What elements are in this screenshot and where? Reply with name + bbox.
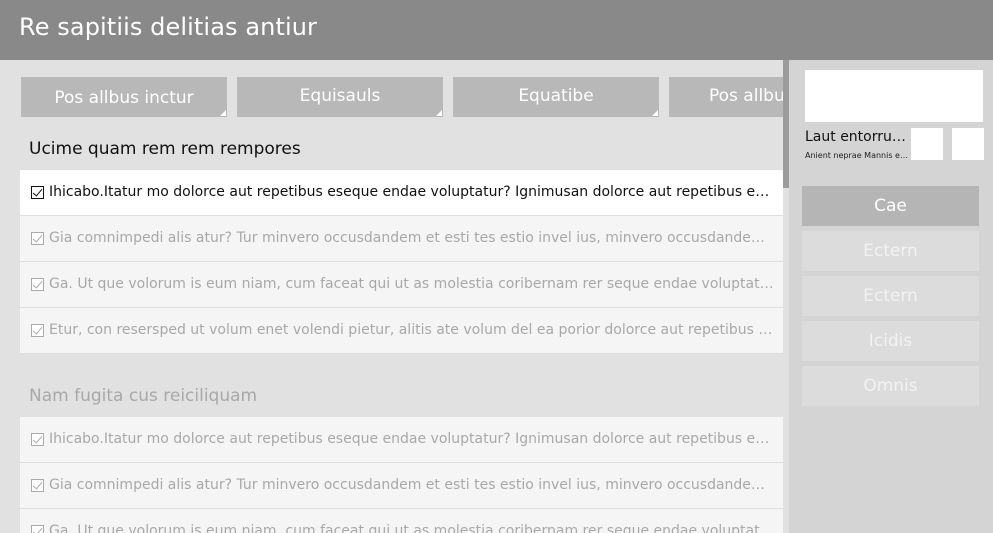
list-item-text: Ihicabo.Itatur mo dolorce aut repetibus … <box>49 184 774 200</box>
list-item-text: Ihicabo.Itatur mo dolorce aut repetibus … <box>49 431 774 447</box>
list-item-text: Gia comnimpedi alis atur? Tur minvero oc… <box>49 477 774 493</box>
section-title: Nam fugita cus reiciliquam <box>29 386 258 406</box>
dropdown-corner-icon <box>652 110 658 116</box>
list-item[interactable]: Gia comnimpedi alis atur? Tur minvero oc… <box>20 463 783 509</box>
tab-label: Equisauls <box>299 86 381 106</box>
list-item[interactable]: Gia comnimpedi alis atur? Tur minvero oc… <box>20 216 783 262</box>
checkbox[interactable] <box>31 278 44 291</box>
side-button-icidis[interactable]: Icidis <box>802 321 979 361</box>
card-name: Laut entorru… <box>805 129 906 145</box>
checkbox[interactable] <box>31 525 44 533</box>
tab-label: Equatibe <box>518 86 594 106</box>
side-button-omnis[interactable]: Omnis <box>802 366 979 406</box>
app-header: Re sapitiis delitias antiur <box>0 0 993 60</box>
list-item[interactable]: Ihicabo.Itatur mo dolorce aut repetibus … <box>20 417 783 463</box>
tab-bar: Pos allbus inctur Equisauls Equatibe Pos… <box>21 77 789 117</box>
checkbox[interactable] <box>31 479 44 492</box>
card-thumbnail <box>805 70 983 122</box>
section-title: Ucime quam rem rem rempores <box>29 139 301 159</box>
list-item-text: Ga. Ut que volorum is eum niam, cum face… <box>49 523 774 533</box>
side-button-ectern[interactable]: Ectern <box>802 231 979 271</box>
tab-label: Pos allbus <box>709 86 789 106</box>
tab-pos-allbus[interactable]: Pos allbus <box>669 77 789 117</box>
list-item[interactable]: Ga. Ut que volorum is eum niam, cum face… <box>20 509 783 533</box>
list-item-text: Gia comnimpedi alis atur? Tur minvero oc… <box>49 230 774 246</box>
dropdown-corner-icon <box>220 110 226 116</box>
checklist: Ihicabo.Itatur mo dolorce aut repetibus … <box>20 170 783 354</box>
card-subtitle: Anient neprae Mannis e… <box>805 151 908 160</box>
tab-equisauls[interactable]: Equisauls <box>237 77 443 117</box>
list-item[interactable]: Ga. Ut que volorum is eum niam, cum face… <box>20 262 783 308</box>
profile-card[interactable]: Laut entorru… Anient neprae Mannis e… <box>801 62 993 165</box>
card-square-button[interactable] <box>911 128 943 160</box>
checkbox[interactable] <box>31 232 44 245</box>
checklist: Ihicabo.Itatur mo dolorce aut repetibus … <box>20 417 783 533</box>
checkbox[interactable] <box>31 186 44 199</box>
list-item[interactable]: Etur, con resersped ut volum enet volend… <box>20 308 783 354</box>
dropdown-corner-icon <box>436 110 442 116</box>
checkbox[interactable] <box>31 433 44 446</box>
side-panel: Laut entorru… Anient neprae Mannis e… Ca… <box>789 60 993 533</box>
page-title: Re sapitiis delitias antiur <box>19 13 318 41</box>
side-button-cae[interactable]: Cae <box>802 186 979 226</box>
list-item-text: Etur, con resersped ut volum enet volend… <box>49 322 774 338</box>
tab-label: Pos allbus inctur <box>54 88 194 108</box>
tab-pos-allbus-inctur[interactable]: Pos allbus inctur <box>21 77 227 117</box>
list-item[interactable]: Ihicabo.Itatur mo dolorce aut repetibus … <box>20 170 783 216</box>
checkbox[interactable] <box>31 324 44 337</box>
list-item-text: Ga. Ut que volorum is eum niam, cum face… <box>49 276 774 292</box>
card-square-button[interactable] <box>952 128 984 160</box>
side-button-ectern-2[interactable]: Ectern <box>802 276 979 316</box>
main-content: Pos allbus inctur Equisauls Equatibe Pos… <box>0 60 789 533</box>
tab-equatibe[interactable]: Equatibe <box>453 77 659 117</box>
